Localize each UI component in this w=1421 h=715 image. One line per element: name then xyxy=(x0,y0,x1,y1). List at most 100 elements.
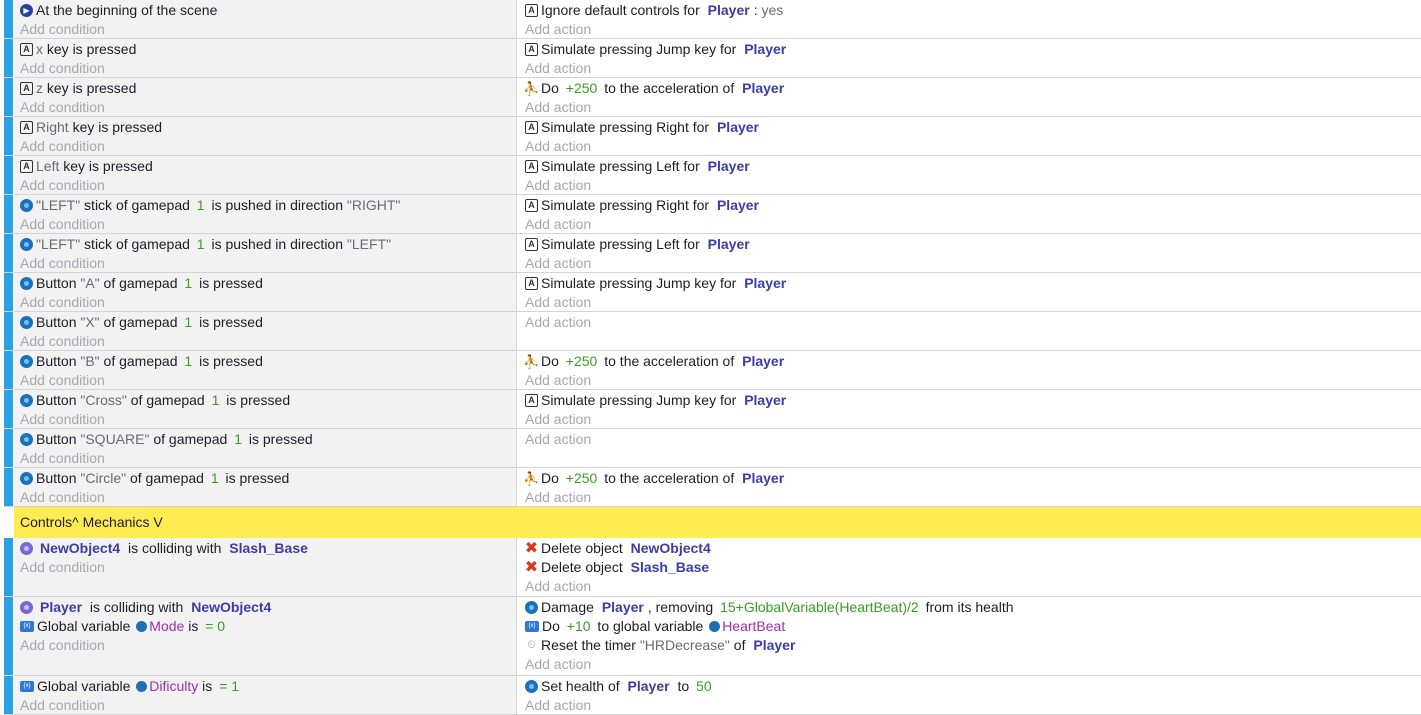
instruction[interactable]: Button "B" of gamepad 1 is pressed xyxy=(20,352,516,371)
variable-name: Dificulty xyxy=(149,678,199,694)
add-action-button[interactable]: Add action xyxy=(525,293,1421,312)
event-row[interactable]: Button "A" of gamepad 1 is pressed Add co… xyxy=(4,273,1421,312)
event-row[interactable]: Button "B" of gamepad 1 is pressed Add co… xyxy=(4,351,1421,390)
instruction[interactable]: A Simulate pressing Jump key for Player xyxy=(525,274,1421,293)
object-name: Slash_Base xyxy=(630,559,710,575)
add-action-button[interactable]: Add action xyxy=(525,98,1421,117)
instruction[interactable]: A Left key is pressed xyxy=(20,157,516,176)
instruction[interactable]: Player is colliding with NewObject4 xyxy=(20,598,516,617)
instruction[interactable]: "LEFT" stick of gamepad 1 is pushed in d… xyxy=(20,235,516,254)
add-condition-button[interactable]: Add condition xyxy=(20,137,516,156)
event-row[interactable]: Button "Cross" of gamepad 1 is pressed Ad… xyxy=(4,390,1421,429)
instruction[interactable]: "LEFT" stick of gamepad 1 is pushed in d… xyxy=(20,196,516,215)
add-action-button[interactable]: Add action xyxy=(525,430,1421,449)
event-row[interactable]: Button "X" of gamepad 1 is pressed Add co… xyxy=(4,312,1421,351)
instruction[interactable]: Az key is pressed xyxy=(20,79,516,98)
event-row[interactable]: "LEFT" stick of gamepad 1 is pushed in d… xyxy=(4,234,1421,273)
health-icon xyxy=(525,680,538,693)
instruction[interactable]: ✖ Delete object Slash_Base xyxy=(525,558,1421,577)
instruction[interactable]: Ax key is pressed xyxy=(20,40,516,59)
actions-column: ⛹ Do +250 to the acceleration of Player Ad… xyxy=(517,78,1421,116)
keyboard-icon: A xyxy=(525,394,538,407)
instruction[interactable]: Button "Circle" of gamepad 1 is pressed xyxy=(20,469,516,488)
instruction[interactable]: ✖ Delete object NewObject4 xyxy=(525,539,1421,558)
instruction[interactable]: A Right key is pressed xyxy=(20,118,516,137)
add-action-button[interactable]: Add action xyxy=(525,254,1421,273)
add-action-button[interactable]: Add action xyxy=(525,655,1421,674)
add-condition-button[interactable]: Add condition xyxy=(20,215,516,234)
add-action-button[interactable]: Add action xyxy=(525,313,1421,332)
event-row[interactable]: ▶ At the beginning of the scene Add condit… xyxy=(4,0,1421,39)
instruction[interactable]: A Simulate pressing Left for Player xyxy=(525,157,1421,176)
keyboard-icon: A xyxy=(20,82,33,95)
instruction[interactable]: NewObject4 is colliding with Slash_Base xyxy=(20,539,516,558)
instruction[interactable]: A Simulate pressing Right for Player xyxy=(525,196,1421,215)
actions-column: A Simulate pressing Jump key for Player Ad… xyxy=(517,390,1421,428)
instruction[interactable]: Damage Player, removing 15+GlobalVariabl… xyxy=(525,598,1421,617)
event-row[interactable]: A Left key is pressed Add condition A Simula… xyxy=(4,156,1421,195)
instruction-text: is colliding with xyxy=(86,599,188,615)
add-action-button[interactable]: Add action xyxy=(525,215,1421,234)
instruction[interactable]: {x} Global variable Mode is = 0 xyxy=(20,617,516,636)
add-condition-button[interactable]: Add condition xyxy=(20,332,516,351)
add-condition-button[interactable]: Add condition xyxy=(20,410,516,429)
add-condition-button[interactable]: Add condition xyxy=(20,488,516,507)
instruction[interactable]: A Ignore default controls for Player: yes xyxy=(525,1,1421,20)
add-action-button[interactable]: Add action xyxy=(525,371,1421,390)
instruction[interactable]: ⛹ Do +250 to the acceleration of Player xyxy=(523,352,1421,371)
instruction[interactable]: A Simulate pressing Jump key for Player xyxy=(525,391,1421,410)
add-condition-button[interactable]: Add condition xyxy=(20,59,516,78)
number-value: 1 xyxy=(210,470,219,486)
event-row[interactable]: "LEFT" stick of gamepad 1 is pushed in d… xyxy=(4,195,1421,234)
event-row[interactable]: Button "Circle" of gamepad 1 is pressed A… xyxy=(4,468,1421,507)
add-condition-button[interactable]: Add condition xyxy=(20,696,516,715)
instruction[interactable]: ⛹ Do +250 to the acceleration of Player xyxy=(523,469,1421,488)
instruction[interactable]: A Simulate pressing Left for Player xyxy=(525,235,1421,254)
event-row[interactable]: Az key is pressed Add condition ⛹ Do +250 t… xyxy=(4,78,1421,117)
add-condition-button[interactable]: Add condition xyxy=(20,636,516,655)
instruction-text: At the beginning of the scene xyxy=(36,2,218,18)
add-action-button[interactable]: Add action xyxy=(525,410,1421,429)
add-action-button[interactable]: Add action xyxy=(525,59,1421,78)
add-action-button[interactable]: Add action xyxy=(525,137,1421,156)
add-condition-button[interactable]: Add condition xyxy=(20,558,516,577)
add-condition-button[interactable]: Add condition xyxy=(20,293,516,312)
add-condition-button[interactable]: Add condition xyxy=(20,449,516,468)
event-row[interactable]: Ax key is pressed Add condition A Simulate … xyxy=(4,39,1421,78)
instruction[interactable]: Button "A" of gamepad 1 is pressed xyxy=(20,274,516,293)
add-condition-button[interactable]: Add condition xyxy=(20,20,516,39)
add-action-button[interactable]: Add action xyxy=(525,577,1421,596)
instruction-text: Do xyxy=(541,470,563,486)
instruction[interactable]: Set health of Player to 50 xyxy=(525,677,1421,696)
actions-column: A Simulate pressing Jump key for Player Ad… xyxy=(517,273,1421,311)
instruction[interactable]: Button "SQUARE" of gamepad 1 is pressed xyxy=(20,430,516,449)
event-row[interactable]: Player is colliding with NewObject4 {x} Gl… xyxy=(4,597,1421,676)
instruction[interactable]: Button "X" of gamepad 1 is pressed xyxy=(20,313,516,332)
instruction[interactable]: {x} Do +10 to global variable HeartBeat xyxy=(525,617,1421,636)
instruction[interactable]: ▶ At the beginning of the scene xyxy=(20,1,516,20)
instruction[interactable]: {x} Global variable Dificulty is = 1 xyxy=(20,677,516,696)
add-action-button[interactable]: Add action xyxy=(525,176,1421,195)
event-row[interactable]: NewObject4 is colliding with Slash_Base A… xyxy=(4,538,1421,597)
instruction[interactable]: A Simulate pressing Right for Player xyxy=(525,118,1421,137)
event-row[interactable]: A Right key is pressed Add condition A Simul… xyxy=(4,117,1421,156)
comment-row[interactable]: Controls^ Mechanics V xyxy=(14,507,1421,538)
add-condition-button[interactable]: Add condition xyxy=(20,371,516,390)
instruction[interactable]: A Simulate pressing Jump key for Player xyxy=(525,40,1421,59)
delete-icon: ✖ xyxy=(524,540,539,557)
add-action-button[interactable]: Add action xyxy=(525,20,1421,39)
gamepad-icon xyxy=(20,472,33,485)
add-condition-button[interactable]: Add condition xyxy=(20,254,516,273)
string-value: "LEFT" xyxy=(346,236,392,252)
event-row[interactable]: {x} Global variable Dificulty is = 1 Add c… xyxy=(4,676,1421,715)
add-condition-button[interactable]: Add condition xyxy=(20,98,516,117)
instruction[interactable]: ⏲ Reset the timer "HRDecrease" of Player xyxy=(525,636,1421,655)
add-action-button[interactable]: Add action xyxy=(525,696,1421,715)
event-row[interactable]: Button "SQUARE" of gamepad 1 is pressed A… xyxy=(4,429,1421,468)
instruction[interactable]: Button "Cross" of gamepad 1 is pressed xyxy=(20,391,516,410)
add-condition-button[interactable]: Add condition xyxy=(20,176,516,195)
instruction-text: to xyxy=(673,678,694,694)
object-name: Player xyxy=(742,470,785,486)
add-action-button[interactable]: Add action xyxy=(525,488,1421,507)
instruction[interactable]: ⛹ Do +250 to the acceleration of Player xyxy=(523,79,1421,98)
